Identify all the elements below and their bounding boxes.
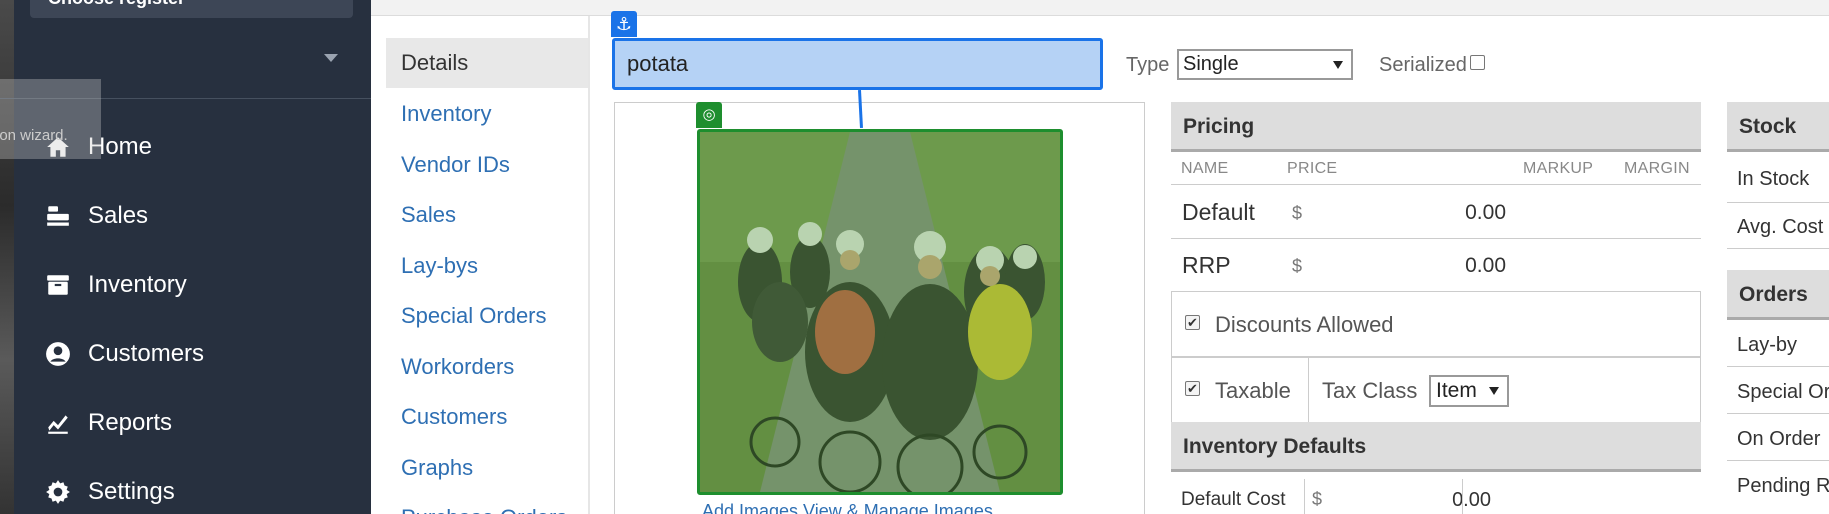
wizard-tooltip: ion wizard. bbox=[0, 79, 101, 159]
on-order-label: On Order bbox=[1737, 428, 1821, 450]
price-currency: $ bbox=[1292, 203, 1303, 223]
serialized-checkbox[interactable] bbox=[1470, 55, 1485, 70]
sidebar-item-reports[interactable]: Reports bbox=[44, 403, 172, 443]
background-photo-strip bbox=[0, 0, 14, 514]
row-divider bbox=[1727, 202, 1829, 203]
sidebar-item-label: Sales bbox=[88, 202, 149, 229]
selection-tint bbox=[700, 132, 1060, 492]
tax-class-select[interactable]: Item bbox=[1429, 375, 1509, 407]
in-stock-label: In Stock bbox=[1737, 168, 1810, 190]
gear-icon bbox=[44, 478, 72, 506]
sidebar-item-label: Inventory bbox=[88, 271, 187, 298]
lay-by-label: Lay-by bbox=[1737, 334, 1798, 356]
sidebar-item-label: Reports bbox=[88, 409, 173, 436]
taxable-label: Taxable bbox=[1215, 378, 1291, 403]
stock-orders-panel: Stock In Stock Avg. Cost Orders Lay-by S… bbox=[1727, 102, 1829, 514]
tab-special-orders[interactable]: Special Orders bbox=[401, 303, 547, 329]
tax-class-label: Tax Class bbox=[1322, 378, 1418, 403]
tab-purchase-orders[interactable]: Purchase Orders bbox=[401, 505, 567, 514]
pricing-title: Pricing bbox=[1171, 102, 1701, 152]
default-cost-label: Default Cost bbox=[1181, 489, 1286, 510]
sidebar-item-sales[interactable]: Sales bbox=[44, 196, 148, 236]
tab-customers[interactable]: Customers bbox=[401, 404, 507, 430]
main-sidebar: Choose register Home Sales Inventory Cus… bbox=[0, 0, 371, 514]
tab-details[interactable]: Details bbox=[386, 38, 588, 88]
dropdown-arrow-icon bbox=[1333, 61, 1343, 69]
anchor-icon: ⚓ bbox=[611, 11, 637, 37]
cell-divider bbox=[1304, 479, 1305, 514]
tab-inventory[interactable]: Inventory bbox=[401, 101, 492, 127]
cost-currency: $ bbox=[1312, 489, 1323, 509]
item-subnav: Details Inventory Vendor IDs Sales Lay-b… bbox=[386, 38, 588, 514]
pricing-panel: Pricing NAME PRICE MARKUP MARGIN Default… bbox=[1171, 102, 1701, 514]
discounts-checkbox[interactable]: ✔ bbox=[1185, 315, 1200, 330]
sidebar-item-inventory[interactable]: Inventory bbox=[44, 265, 187, 305]
sidebar-item-label: Settings bbox=[88, 478, 175, 505]
tab-vendor-ids[interactable]: Vendor IDs bbox=[401, 152, 510, 178]
sidebar-item-customers[interactable]: Customers bbox=[44, 334, 204, 374]
chevron-down-icon[interactable] bbox=[324, 54, 338, 62]
sidebar-item-label: Customers bbox=[88, 340, 205, 367]
top-bar bbox=[371, 0, 1829, 16]
tab-sales[interactable]: Sales bbox=[401, 202, 456, 228]
discounts-label: Discounts Allowed bbox=[1215, 312, 1394, 337]
price-row-name: RRP bbox=[1182, 252, 1231, 278]
special-orders-label: Special Or bbox=[1737, 381, 1829, 403]
type-select[interactable]: Single bbox=[1177, 49, 1353, 80]
col-name: NAME bbox=[1181, 160, 1229, 177]
row-divider bbox=[1727, 413, 1829, 414]
default-cost-value[interactable]: 0.00 bbox=[1371, 489, 1491, 512]
row-divider bbox=[1171, 238, 1701, 239]
choose-register-button[interactable]: Choose register bbox=[30, 0, 353, 18]
sidebar-item-settings[interactable]: Settings bbox=[44, 472, 175, 512]
row-divider bbox=[1727, 460, 1829, 461]
default-price-value[interactable]: 0.00 bbox=[1406, 201, 1506, 225]
subnav-divider bbox=[588, 16, 590, 514]
tab-lay-bys[interactable]: Lay-bys bbox=[401, 253, 478, 279]
avg-cost-label: Avg. Cost bbox=[1737, 216, 1824, 238]
type-label: Type bbox=[1126, 54, 1170, 76]
user-icon bbox=[44, 340, 72, 368]
col-price: PRICE bbox=[1287, 160, 1338, 177]
inventory-defaults-title: Inventory Defaults bbox=[1171, 422, 1701, 472]
target-icon: ◎ bbox=[696, 102, 722, 128]
register-icon bbox=[44, 202, 72, 230]
col-markup: MARKUP bbox=[1523, 160, 1594, 177]
item-name-input[interactable] bbox=[612, 38, 1103, 90]
tax-class-value: Item bbox=[1436, 379, 1477, 402]
rrp-price-value[interactable]: 0.00 bbox=[1406, 254, 1506, 278]
dropdown-arrow-icon bbox=[1489, 387, 1499, 395]
row-divider bbox=[1171, 184, 1701, 185]
box-icon bbox=[44, 271, 72, 299]
cell-divider bbox=[1308, 358, 1309, 422]
col-margin: MARGIN bbox=[1624, 160, 1690, 177]
row-divider bbox=[1727, 248, 1829, 249]
image-links[interactable]: Add Images View & Manage Images bbox=[702, 501, 993, 514]
pending-label: Pending R bbox=[1737, 475, 1829, 497]
tab-workorders[interactable]: Workorders bbox=[401, 354, 514, 380]
tab-graphs[interactable]: Graphs bbox=[401, 455, 473, 481]
serialized-label: Serialized bbox=[1379, 54, 1467, 76]
cell-divider bbox=[1462, 479, 1463, 514]
discounts-row: ✔ Discounts Allowed bbox=[1171, 291, 1701, 357]
item-photo[interactable] bbox=[697, 129, 1063, 495]
stock-title: Stock bbox=[1727, 102, 1829, 152]
chart-icon bbox=[44, 409, 72, 437]
price-row-name: Default bbox=[1182, 199, 1255, 225]
choose-register-label: Choose register bbox=[48, 0, 185, 8]
orders-title: Orders bbox=[1727, 270, 1829, 320]
price-currency: $ bbox=[1292, 256, 1303, 276]
type-select-value: Single bbox=[1183, 53, 1239, 75]
taxable-checkbox[interactable]: ✔ bbox=[1185, 381, 1200, 396]
row-divider bbox=[1727, 366, 1829, 367]
